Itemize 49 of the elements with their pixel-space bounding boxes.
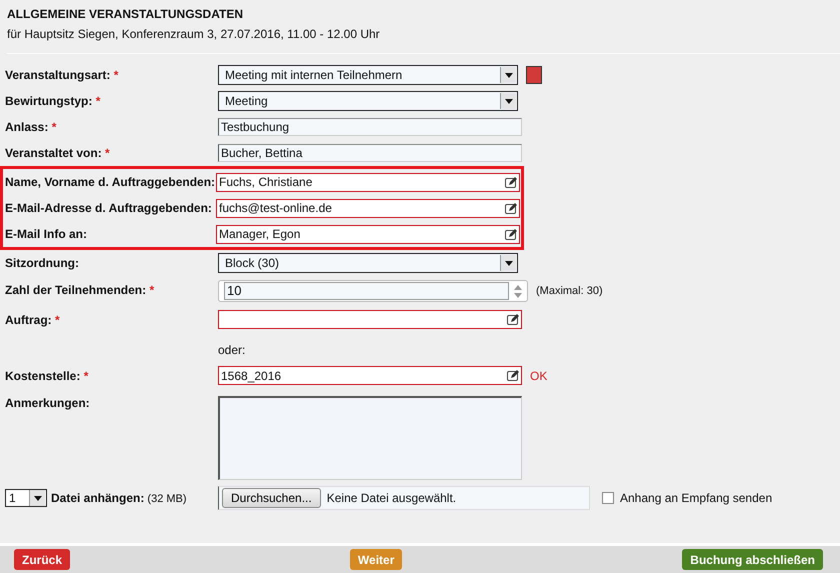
field-label: Veranstaltet von: * [5, 146, 111, 160]
caret-icon[interactable] [504, 98, 512, 104]
edit-icon[interactable] [507, 314, 519, 325]
field-label: Zahl der Teilnehmenden: * [5, 282, 156, 297]
field-label: Kostenstelle: * [5, 368, 90, 383]
text-area[interactable] [218, 396, 522, 480]
down-arrow-icon[interactable] [514, 292, 522, 298]
finish-button[interactable]: Buchung abschließen [682, 549, 823, 570]
browse-button[interactable]: Durchsuchen... [222, 488, 321, 508]
edit-icon[interactable] [507, 370, 519, 381]
input-field[interactable] [218, 310, 522, 329]
checkbox[interactable] [602, 492, 614, 504]
max-note: (Maximal: 30) [536, 285, 603, 297]
edit-icon[interactable] [505, 202, 517, 214]
dropdown[interactable]: Block (30) [218, 253, 518, 273]
number-field[interactable]: 10 [218, 280, 528, 302]
input-field[interactable]: Manager, Egon [216, 224, 520, 244]
field-label: Veranstaltungsart: * [5, 68, 120, 82]
field-label: E-Mail Info an: [5, 227, 88, 241]
back-button[interactable]: Zurück [14, 549, 70, 570]
field-label: Anmerkungen: [5, 396, 91, 410]
field-label: E-Mail-Adresse d. Auftraggebenden: [5, 201, 213, 215]
input-field[interactable]: Testbuchung [218, 118, 522, 136]
field-label: Anlass: * [5, 120, 58, 134]
input-field[interactable]: 1568_2016 [218, 366, 522, 385]
hint-text: oder: [218, 342, 246, 359]
count-dropdown[interactable]: 1 [5, 489, 47, 507]
edit-icon[interactable] [505, 176, 517, 188]
field-label: Bewirtungstyp: * [5, 94, 102, 108]
caret-icon[interactable] [504, 72, 512, 78]
up-arrow-icon[interactable] [514, 284, 522, 290]
edit-icon[interactable] [505, 228, 517, 240]
caret-icon[interactable] [504, 260, 512, 266]
section-subtitle: für Hauptsitz Siegen, Konferenzraum 3, 27.07.2016, 11.00 - 12.00 Uhr [7, 27, 381, 41]
section-title: ALLGEMEINE VERANSTALTUNGSDATEN [7, 7, 244, 21]
attachment-label: Datei anhängen: (32 MB) [51, 491, 187, 505]
field-label: Auftrag: * [5, 312, 61, 327]
status-text: OK [530, 368, 548, 382]
file-status: Keine Datei ausgewählt. [326, 491, 456, 505]
dropdown[interactable]: Meeting mit internen Teilnehmern [218, 65, 518, 85]
field-label: Sitzordnung: [5, 256, 80, 270]
input-field[interactable]: fuchs@test-online.de [216, 198, 520, 218]
caret-icon[interactable] [34, 496, 42, 500]
field-label: Name, Vorname d. Auftraggebenden: [5, 175, 216, 189]
file-field[interactable]: Durchsuchen... Keine Datei ausgewählt. [218, 486, 590, 510]
input-field[interactable]: Fuchs, Christiane [216, 172, 520, 192]
dropdown[interactable]: Meeting [218, 91, 518, 111]
input-field[interactable]: Bucher, Bettina [218, 144, 522, 162]
checkbox-label: Anhang an Empfang senden [620, 491, 772, 505]
